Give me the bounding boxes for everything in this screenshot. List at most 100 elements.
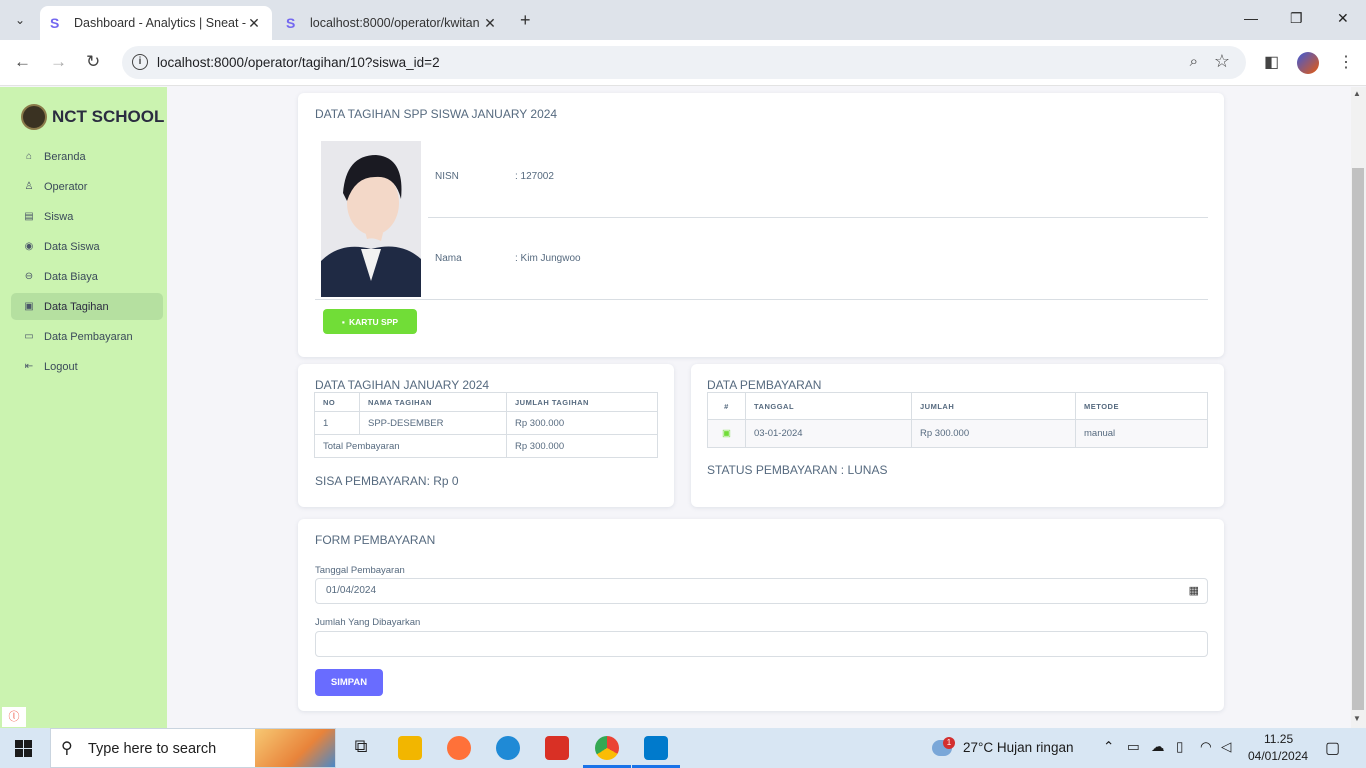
table-cell: 1 xyxy=(314,411,360,435)
onedrive-icon[interactable]: ☁ xyxy=(1151,739,1165,755)
edge-icon[interactable] xyxy=(496,736,520,760)
address-bar-row: ← → ↻ i localhost:8000/operator/tagihan/… xyxy=(0,40,1366,86)
user-icon: ♙ xyxy=(24,181,34,192)
sidebar-item-logout[interactable]: ⇤ Logout xyxy=(11,353,163,380)
weather-text[interactable]: 27°C Hujan ringan xyxy=(963,740,1073,755)
sidebar-item-label: Data Biaya xyxy=(44,270,98,283)
amount-input[interactable] xyxy=(315,631,1208,657)
new-tab-button[interactable]: + xyxy=(520,10,531,31)
brand-name: NCT SCHOOL xyxy=(52,107,165,126)
sidebar-item-data-siswa[interactable]: ◉ Data Siswa xyxy=(11,233,163,260)
date-input[interactable]: 01/04/2024 ▦ xyxy=(315,578,1208,604)
device-icon[interactable]: ▯ xyxy=(1176,739,1183,755)
firefox-icon[interactable] xyxy=(447,736,471,760)
window-close-icon[interactable]: ✕ xyxy=(1337,10,1349,27)
sidebar-item-beranda[interactable]: ⌂ Beranda xyxy=(11,143,163,170)
table-row: ▣ 03-01-2024 Rp 300.000 manual xyxy=(707,419,1208,448)
table-cell: SPP-DESEMBER xyxy=(359,411,507,435)
forward-icon[interactable]: → xyxy=(50,52,67,72)
back-icon[interactable]: ← xyxy=(14,52,31,72)
profile-avatar[interactable] xyxy=(1297,52,1319,74)
brand[interactable]: NCT SCHOOL xyxy=(21,104,164,130)
pembayaran-title: DATA PEMBAYARAN xyxy=(707,378,822,392)
more-menu-icon[interactable]: ⋮ xyxy=(1338,52,1354,72)
sidebar-item-operator[interactable]: ♙ Operator xyxy=(11,173,163,200)
sidebar-item-data-pembayaran[interactable]: ▭ Data Pembayaran xyxy=(11,323,163,350)
vscode-icon[interactable] xyxy=(644,736,668,760)
notification-center-icon[interactable]: ▢ xyxy=(1325,738,1340,758)
close-icon[interactable]: ✕ xyxy=(246,15,262,32)
date-label: Tanggal Pembayaran xyxy=(315,565,405,576)
column-header: METODE xyxy=(1075,392,1208,420)
home-icon: ⌂ xyxy=(25,151,33,162)
scroll-down-icon[interactable]: ▼ xyxy=(1353,714,1361,723)
windows-start-icon[interactable] xyxy=(15,740,32,757)
divider xyxy=(315,299,1208,300)
search-icon: ⚲ xyxy=(61,740,73,757)
sidebar-item-siswa[interactable]: ▤ Siswa xyxy=(11,203,163,230)
table-row: 1 SPP-DESEMBER Rp 300.000 xyxy=(314,411,658,435)
amount-label: Jumlah Yang Dibayarkan xyxy=(315,617,421,628)
zoom-icon[interactable]: ⌕ xyxy=(1190,53,1198,70)
table-header-row: # TANGGAL JUMLAH METODE xyxy=(707,392,1208,420)
laravel-debug-icon[interactable]: ⓛ xyxy=(2,707,26,727)
file-explorer-icon[interactable] xyxy=(398,736,422,760)
show-hidden-icons-icon[interactable]: ⌃ xyxy=(1103,739,1114,755)
side-panel-icon[interactable]: ◧ xyxy=(1264,52,1279,72)
table-total-row: Total Pembayaran Rp 300.000 xyxy=(314,434,658,458)
table-cell: Rp 300.000 xyxy=(506,411,658,435)
sidebar-item-data-biaya[interactable]: ⊖ Data Biaya xyxy=(11,263,163,290)
url-bar[interactable]: i localhost:8000/operator/tagihan/10?sis… xyxy=(122,46,1246,79)
table-cell: 03-01-2024 xyxy=(745,419,912,448)
search-highlight-image xyxy=(255,729,335,767)
tagihan-title: DATA TAGIHAN JANUARY 2024 xyxy=(315,378,490,392)
column-header: JUMLAH xyxy=(911,392,1076,420)
pembayaran-card: DATA PEMBAYARAN # TANGGAL JUMLAH METODE … xyxy=(691,364,1224,507)
sidebar: NCT SCHOOL ⌂ Beranda ♙ Operator ▤ Siswa … xyxy=(0,87,167,728)
task-view-icon[interactable]: ⧉ xyxy=(349,736,373,760)
taskbar-search-box[interactable]: ⚲ Type here to search xyxy=(50,728,336,768)
minimize-icon[interactable]: — xyxy=(1244,10,1258,26)
clock-time[interactable]: 11.25 xyxy=(1264,732,1293,746)
sidebar-item-data-tagihan[interactable]: ▣ Data Tagihan xyxy=(11,293,163,320)
column-header: TANGGAL xyxy=(745,392,912,420)
kartu-spp-button[interactable]: ▪ KARTU SPP xyxy=(323,309,417,334)
user-circle-icon: ◉ xyxy=(24,241,34,252)
column-header: NAMA TAGIHAN xyxy=(359,392,507,412)
document-icon: ▪ xyxy=(341,316,345,327)
reload-icon[interactable]: ↻ xyxy=(86,52,100,72)
student-card: DATA TAGIHAN SPP SISWA JANUARY 2024 NISN… xyxy=(298,93,1224,357)
bookmark-star-icon[interactable]: ☆ xyxy=(1214,51,1230,72)
school-logo-icon xyxy=(21,104,47,130)
chrome-icon[interactable] xyxy=(595,736,619,760)
sneat-favicon-icon: S xyxy=(50,15,60,31)
battery-icon[interactable]: ▭ xyxy=(1127,739,1140,755)
close-icon[interactable]: ✕ xyxy=(482,15,498,32)
clipboard-icon: ▤ xyxy=(24,211,34,222)
clock-date[interactable]: 04/01/2024 xyxy=(1248,749,1308,763)
app-icon[interactable] xyxy=(545,736,569,760)
sidebar-item-label: Data Tagihan xyxy=(44,300,109,313)
restore-icon[interactable]: ❐ xyxy=(1290,10,1303,27)
simpan-button[interactable]: SIMPAN xyxy=(315,669,383,696)
tab-dashboard[interactable]: S Dashboard - Analytics | Sneat - ✕ xyxy=(40,6,272,40)
table-cell: Rp 300.000 xyxy=(911,419,1076,448)
column-header: JUMLAH TAGIHAN xyxy=(506,392,658,412)
scroll-up-icon[interactable]: ▲ xyxy=(1353,89,1361,98)
total-value: Rp 300.000 xyxy=(506,434,658,458)
date-value: 01/04/2024 xyxy=(326,585,377,596)
scrollbar-thumb[interactable] xyxy=(1352,168,1364,710)
volume-muted-icon[interactable]: ◁ xyxy=(1221,739,1231,755)
kartu-spp-label: KARTU SPP xyxy=(348,316,399,327)
sneat-favicon-icon: S xyxy=(286,15,296,31)
print-icon[interactable]: ▣ xyxy=(707,419,746,448)
site-info-icon[interactable]: i xyxy=(132,54,148,70)
browser-tab-bar: ⌄ S Dashboard - Analytics | Sneat - ✕ S … xyxy=(0,0,1366,40)
tab-kwitansi[interactable]: S localhost:8000/operator/kwitan ✕ xyxy=(276,6,508,40)
wifi-icon[interactable]: ◠ xyxy=(1200,739,1212,755)
calendar-icon[interactable]: ▦ xyxy=(1189,579,1199,603)
card-icon: ▭ xyxy=(24,331,34,342)
tab-search-button[interactable]: ⌄ xyxy=(8,8,32,32)
search-placeholder: Type here to search xyxy=(88,741,217,757)
student-card-title: DATA TAGIHAN SPP SISWA JANUARY 2024 xyxy=(315,107,558,121)
